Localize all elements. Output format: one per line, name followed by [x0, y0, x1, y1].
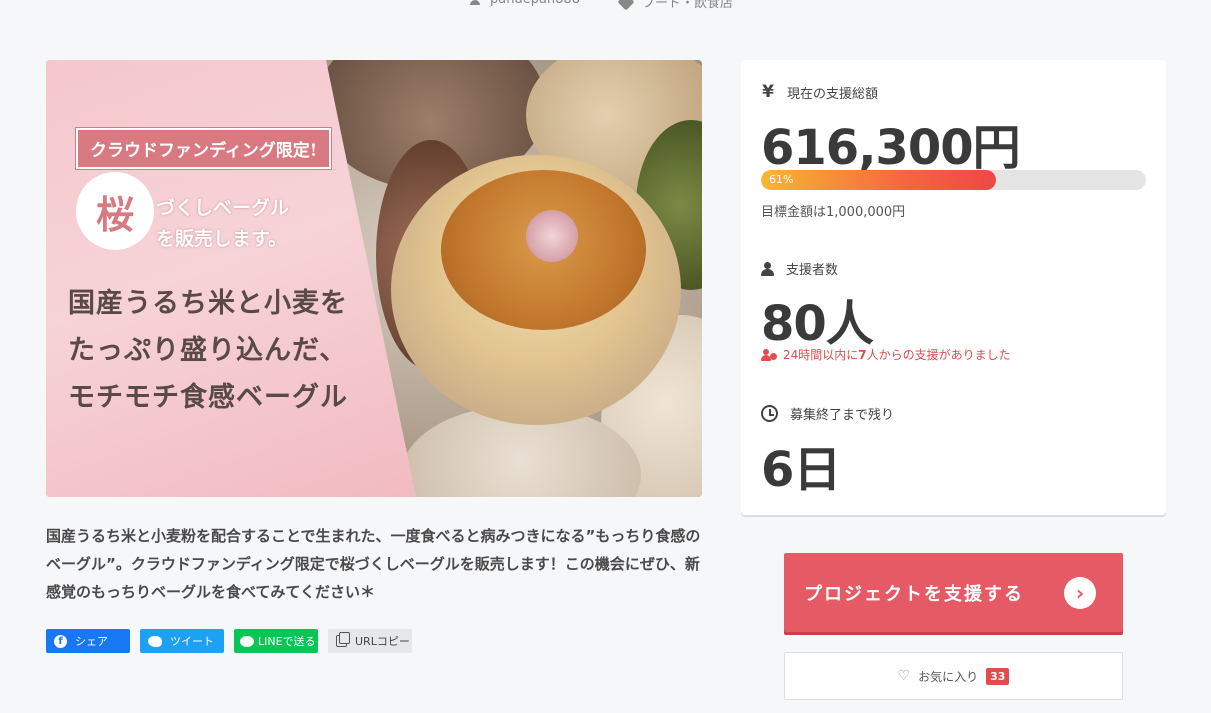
- recent-count: 7: [858, 348, 867, 362]
- project-hero-image: クラウドファンディング限定! 桜 づくしベーグル を販売します。 国産うるち米と…: [46, 60, 702, 497]
- favorite-label: お気に入り: [918, 669, 979, 684]
- yen-icon: ¥: [762, 82, 774, 102]
- remaining-days: 6日: [761, 442, 841, 498]
- recent-support-text: 24時間以内に7人からの支援がありました: [783, 346, 1011, 363]
- facebook-icon: f: [54, 634, 67, 648]
- supporters-label: 支援者数: [786, 263, 839, 278]
- copy-url-button[interactable]: URLコピー: [328, 629, 412, 653]
- progress-percent: 61%: [769, 173, 794, 186]
- hero-badge: クラウドファンディング限定!: [74, 127, 333, 170]
- line-icon: [240, 635, 254, 647]
- funding-stats-card: ¥ 現在の支援総額 616,300円 61% 目標金額は1,000,000円 支…: [741, 60, 1166, 515]
- hero-headline-line: モチモチ食感ベーグル: [68, 382, 348, 413]
- supporters-label-row: 支援者数: [761, 259, 838, 278]
- category-link[interactable]: フード・飲食店: [617, 0, 733, 11]
- total-label: 現在の支援総額: [787, 86, 879, 102]
- progress-fill: [761, 170, 996, 190]
- total-amount: 616,300円: [761, 120, 1021, 176]
- person-icon: [761, 261, 774, 276]
- supporters-count: 80人: [761, 296, 874, 352]
- funding-progress-bar: 61%: [761, 170, 1146, 190]
- twitter-share-label: ツイート: [170, 635, 214, 648]
- user-icon: [470, 0, 480, 5]
- goal-amount: 目標金額は1,000,000円: [761, 205, 906, 220]
- project-description: 国産うるち米と小麦粉を配合することで生まれた、一度食べると病みつきになる”もっち…: [46, 527, 701, 601]
- favorite-count-badge: 33: [986, 667, 1010, 685]
- recent-prefix: 24時間以内に: [783, 348, 859, 362]
- total-label-row: ¥ 現在の支援総額: [761, 82, 878, 102]
- owner-name[interactable]: pandepan888: [490, 0, 580, 7]
- remaining-label: 募集終了まで残り: [790, 408, 895, 423]
- clock-icon: [761, 405, 778, 422]
- hero-headline-line: たっぷり盛り込んだ、: [68, 335, 348, 366]
- recent-support-notice: 24時間以内に7人からの支援がありました: [761, 346, 1011, 363]
- support-project-button[interactable]: プロジェクトを支援する ›: [784, 553, 1123, 632]
- copy-icon: [336, 632, 350, 647]
- hero-headline-line: 国産うるち米と小麦を: [68, 288, 348, 319]
- favorite-button[interactable]: ♡ お気に入り 33: [784, 652, 1123, 700]
- sakura-flower-image: [526, 210, 578, 262]
- sakura-emblem: 桜: [76, 172, 154, 250]
- facebook-share-label: シェア: [75, 635, 108, 648]
- heart-icon: ♡: [897, 668, 911, 684]
- support-button-label: プロジェクトを支援する: [804, 583, 1024, 605]
- line-share-label: LINEで送る: [258, 635, 316, 648]
- tag-icon: [617, 0, 635, 10]
- hero-subtitle: づくしベーグル を販売します。: [156, 193, 289, 255]
- twitter-share-button[interactable]: ツイート: [140, 629, 224, 653]
- project-meta: pandepan888 フード・飲食店: [0, 0, 1211, 12]
- remaining-label-row: 募集終了まで残り: [761, 404, 894, 423]
- hero-headline: 国産うるち米と小麦を たっぷり盛り込んだ、 モチモチ食感ベーグル: [68, 280, 348, 421]
- hero-subtitle-line: づくしベーグル: [156, 197, 290, 219]
- twitter-bird-icon: [148, 635, 162, 647]
- recent-suffix: 人からの支援がありました: [866, 348, 1011, 362]
- owner-link[interactable]: pandepan888: [470, 0, 580, 7]
- chevron-right-icon: ›: [1064, 577, 1096, 609]
- line-share-button[interactable]: LINEで送る: [234, 629, 318, 653]
- hero-subtitle-line: を販売します。: [156, 228, 288, 250]
- user-clock-icon: [761, 348, 777, 361]
- copy-url-label: URLコピー: [355, 635, 410, 648]
- facebook-share-button[interactable]: f シェア: [46, 629, 130, 653]
- category-name[interactable]: フード・飲食店: [642, 0, 733, 11]
